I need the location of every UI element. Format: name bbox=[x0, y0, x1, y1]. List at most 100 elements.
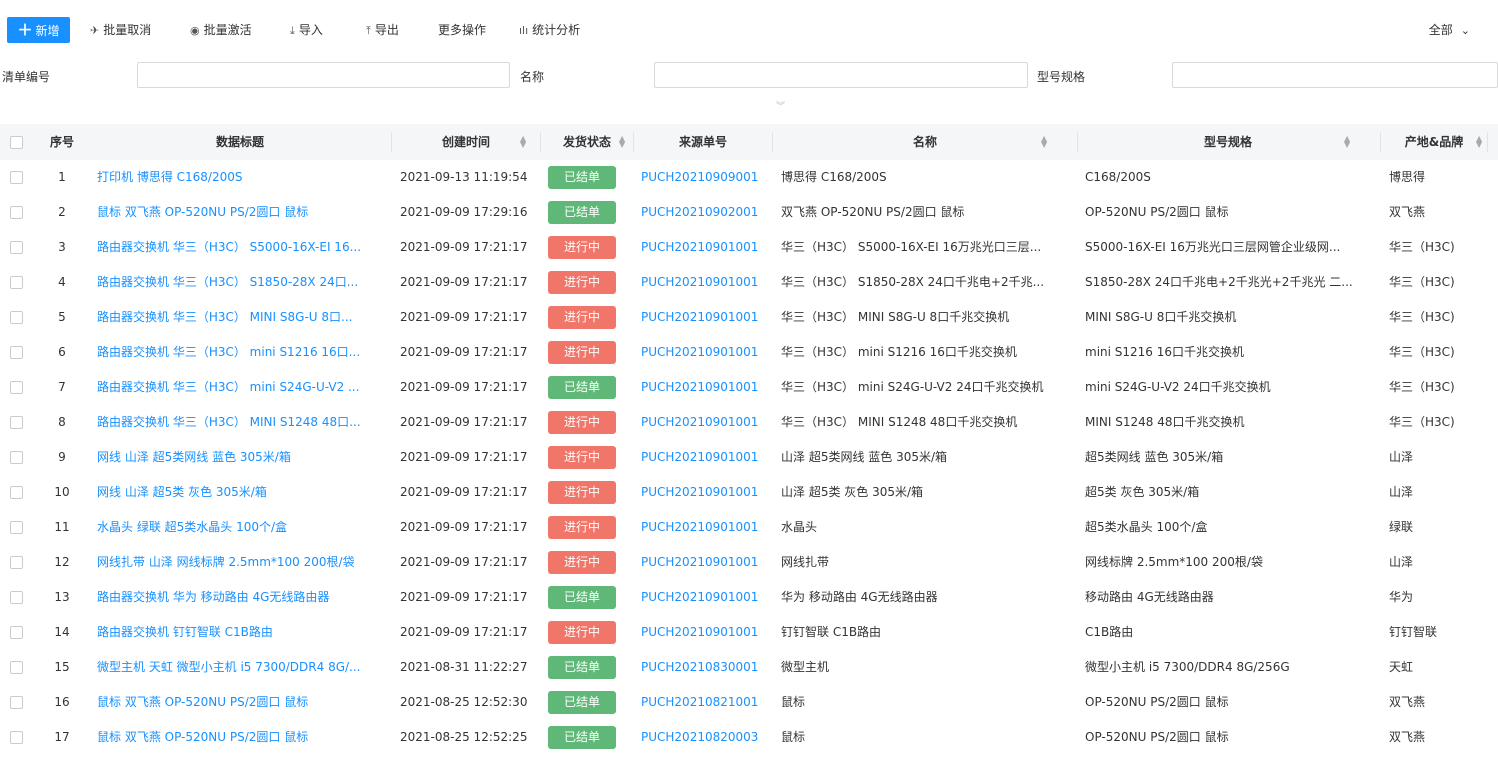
row-model: 超5类 灰色 305米/箱 bbox=[1085, 485, 1200, 499]
row-source-link[interactable]: PUCH20210820003 bbox=[641, 720, 771, 755]
import-button[interactable]: ⤓ 导入 bbox=[290, 17, 323, 43]
row-title-link[interactable]: 微型主机 天虹 微型小主机 i5 7300/DDR4 8G/... bbox=[97, 650, 387, 685]
row-source-link[interactable]: PUCH20210901001 bbox=[641, 545, 771, 580]
row-source-link[interactable]: PUCH20210901001 bbox=[641, 230, 771, 265]
row-checkbox[interactable] bbox=[10, 416, 23, 429]
row-checkbox[interactable] bbox=[10, 591, 23, 604]
toolbar: ＋新增 ✈ 批量取消 ◉ 批量激活 ⤓ 导入 ⤒ 导出 更多操作 ılı 统计分析 全部 ⌄ bbox=[0, 0, 1498, 58]
header-status[interactable]: 发货状态 ▲ ▼ bbox=[541, 124, 633, 160]
row-title-link[interactable]: 路由器交换机 华三（H3C） MINI S8G-U 8口... bbox=[97, 300, 387, 335]
row-source-link[interactable]: PUCH20210901001 bbox=[641, 615, 771, 650]
row-title-link[interactable]: 鼠标 双飞燕 OP-520NU PS/2圆口 鼠标 bbox=[97, 685, 387, 720]
row-checkbox[interactable] bbox=[10, 171, 23, 184]
table-row[interactable]: 5 路由器交换机 华三（H3C） MINI S8G-U 8口... 2021-09-… bbox=[0, 300, 1498, 335]
table-row[interactable]: 9 网线 山泽 超5类网线 蓝色 305米/箱 2021-09-09 17:21:1… bbox=[0, 440, 1498, 475]
sort-icon[interactable]: ▲ ▼ bbox=[1476, 135, 1482, 149]
row-title-link[interactable]: 路由器交换机 华三（H3C） S1850-28X 24口... bbox=[97, 265, 387, 300]
table-row[interactable]: 16 鼠标 双飞燕 OP-520NU PS/2圆口 鼠标 2021-08-25 12… bbox=[0, 685, 1498, 720]
row-index: 12 bbox=[54, 555, 70, 569]
row-title-link[interactable]: 路由器交换机 华三（H3C） MINI S1248 48口... bbox=[97, 405, 387, 440]
stats-button[interactable]: ılı 统计分析 bbox=[519, 17, 580, 43]
row-source-link[interactable]: PUCH20210901001 bbox=[641, 580, 771, 615]
row-title-link[interactable]: 路由器交换机 华为 移动路由 4G无线路由器 bbox=[97, 580, 387, 615]
table-row[interactable]: 4 路由器交换机 华三（H3C） S1850-28X 24口... 2021-09-… bbox=[0, 265, 1498, 300]
row-source-link[interactable]: PUCH20210830001 bbox=[641, 650, 771, 685]
table-row[interactable]: 1 打印机 博思得 C168/200S 2021-09-13 11:19:54 已结单… bbox=[0, 160, 1498, 195]
row-title-link[interactable]: 网线扎带 山泽 网线标牌 2.5mm*100 200根/袋 bbox=[97, 545, 387, 580]
row-checkbox[interactable] bbox=[10, 276, 23, 289]
table-row[interactable]: 17 鼠标 双飞燕 OP-520NU PS/2圆口 鼠标 2021-08-25 12… bbox=[0, 720, 1498, 755]
row-created-time: 2021-09-09 17:21:17 bbox=[400, 275, 528, 289]
row-title-link[interactable]: 网线 山泽 超5类 灰色 305米/箱 bbox=[97, 475, 387, 510]
row-checkbox[interactable] bbox=[10, 206, 23, 219]
table-row[interactable]: 6 路由器交换机 华三（H3C） mini S1216 16口... 2021-09… bbox=[0, 335, 1498, 370]
row-checkbox[interactable] bbox=[10, 241, 23, 254]
row-checkbox[interactable] bbox=[10, 451, 23, 464]
add-button[interactable]: ＋新增 bbox=[7, 17, 70, 43]
batch-activate-button[interactable]: ◉ 批量激活 bbox=[190, 17, 252, 43]
row-source-link[interactable]: PUCH20210909001 bbox=[641, 160, 771, 195]
row-source-link[interactable]: PUCH20210901001 bbox=[641, 370, 771, 405]
row-title-link[interactable]: 水晶头 绿联 超5类水晶头 100个/盒 bbox=[97, 510, 387, 545]
row-title-link[interactable]: 鼠标 双飞燕 OP-520NU PS/2圆口 鼠标 bbox=[97, 195, 387, 230]
row-source-link[interactable]: PUCH20210901001 bbox=[641, 510, 771, 545]
table-row[interactable]: 14 路由器交换机 钉钉智联 C1B路由 2021-09-09 17:21:17 进行… bbox=[0, 615, 1498, 650]
row-title-link[interactable]: 路由器交换机 华三（H3C） mini S24G-U-V2 ... bbox=[97, 370, 387, 405]
row-checkbox[interactable] bbox=[10, 731, 23, 744]
row-checkbox[interactable] bbox=[10, 311, 23, 324]
export-button[interactable]: ⤒ 导出 bbox=[366, 17, 399, 43]
row-source-link[interactable]: PUCH20210901001 bbox=[641, 335, 771, 370]
select-all-checkbox[interactable] bbox=[10, 136, 23, 149]
header-idx: 序号 bbox=[49, 135, 74, 149]
sort-icon[interactable]: ▲ ▼ bbox=[1041, 135, 1047, 149]
model-input[interactable] bbox=[1172, 62, 1498, 88]
row-checkbox[interactable] bbox=[10, 696, 23, 709]
batch-cancel-button[interactable]: ✈ 批量取消 bbox=[90, 17, 151, 43]
row-model: MINI S8G-U 8口千兆交换机 bbox=[1085, 310, 1237, 324]
order-no-input[interactable] bbox=[137, 62, 510, 88]
table-row[interactable]: 10 网线 山泽 超5类 灰色 305米/箱 2021-09-09 17:21:17… bbox=[0, 475, 1498, 510]
table-row[interactable]: 13 路由器交换机 华为 移动路由 4G无线路由器 2021-09-09 17:21… bbox=[0, 580, 1498, 615]
row-name: 华三（H3C） mini S24G-U-V2 24口千兆交换机 bbox=[781, 380, 1044, 394]
table-row[interactable]: 11 水晶头 绿联 超5类水晶头 100个/盒 2021-09-09 17:21:1… bbox=[0, 510, 1498, 545]
more-actions-button[interactable]: 更多操作 bbox=[438, 17, 486, 43]
header-brand[interactable]: 产地&品牌 ▲ ▼ bbox=[1381, 124, 1487, 160]
row-source-link[interactable]: PUCH20210902001 bbox=[641, 195, 771, 230]
upload-icon: ⤒ bbox=[366, 24, 371, 37]
row-checkbox[interactable] bbox=[10, 521, 23, 534]
row-source-link[interactable]: PUCH20210901001 bbox=[641, 405, 771, 440]
table-row[interactable]: 8 路由器交换机 华三（H3C） MINI S1248 48口... 2021-09… bbox=[0, 405, 1498, 440]
header-name[interactable]: 名称 ▲ ▼ bbox=[773, 124, 1077, 160]
row-title-link[interactable]: 鼠标 双飞燕 OP-520NU PS/2圆口 鼠标 bbox=[97, 720, 387, 755]
row-title-link[interactable]: 路由器交换机 钉钉智联 C1B路由 bbox=[97, 615, 387, 650]
row-checkbox[interactable] bbox=[10, 556, 23, 569]
sort-icon[interactable]: ▲ ▼ bbox=[520, 135, 526, 149]
row-checkbox[interactable] bbox=[10, 346, 23, 359]
row-checkbox[interactable] bbox=[10, 486, 23, 499]
row-source-link[interactable]: PUCH20210821001 bbox=[641, 685, 771, 720]
row-checkbox[interactable] bbox=[10, 661, 23, 674]
row-title-link[interactable]: 路由器交换机 华三（H3C） mini S1216 16口... bbox=[97, 335, 387, 370]
collapse-filter-icon[interactable]: ︾ bbox=[776, 99, 785, 112]
sort-icon[interactable]: ▲ ▼ bbox=[1344, 135, 1350, 149]
table-row[interactable]: 12 网线扎带 山泽 网线标牌 2.5mm*100 200根/袋 2021-09-0… bbox=[0, 545, 1498, 580]
name-input[interactable] bbox=[654, 62, 1028, 88]
table-row[interactable]: 2 鼠标 双飞燕 OP-520NU PS/2圆口 鼠标 2021-09-09 17:… bbox=[0, 195, 1498, 230]
row-source-link[interactable]: PUCH20210901001 bbox=[641, 440, 771, 475]
scope-dropdown[interactable]: 全部 ⌄ bbox=[1429, 17, 1470, 43]
header-source: 来源单号 bbox=[678, 135, 727, 149]
table-row[interactable]: 3 路由器交换机 华三（H3C） S5000-16X-EI 16... 2021-0… bbox=[0, 230, 1498, 265]
row-checkbox[interactable] bbox=[10, 381, 23, 394]
sort-icon[interactable]: ▲ ▼ bbox=[619, 135, 625, 149]
row-source-link[interactable]: PUCH20210901001 bbox=[641, 265, 771, 300]
table-row[interactable]: 7 路由器交换机 华三（H3C） mini S24G-U-V2 ... 2021-0… bbox=[0, 370, 1498, 405]
row-title-link[interactable]: 打印机 博思得 C168/200S bbox=[97, 160, 387, 195]
row-checkbox[interactable] bbox=[10, 626, 23, 639]
header-created[interactable]: 创建时间 ▲ ▼ bbox=[392, 124, 540, 160]
header-model[interactable]: 型号规格 ▲ ▼ bbox=[1078, 124, 1378, 160]
table-row[interactable]: 15 微型主机 天虹 微型小主机 i5 7300/DDR4 8G/... 2021-… bbox=[0, 650, 1498, 685]
row-source-link[interactable]: PUCH20210901001 bbox=[641, 300, 771, 335]
row-title-link[interactable]: 路由器交换机 华三（H3C） S5000-16X-EI 16... bbox=[97, 230, 387, 265]
row-source-link[interactable]: PUCH20210901001 bbox=[641, 475, 771, 510]
row-title-link[interactable]: 网线 山泽 超5类网线 蓝色 305米/箱 bbox=[97, 440, 387, 475]
